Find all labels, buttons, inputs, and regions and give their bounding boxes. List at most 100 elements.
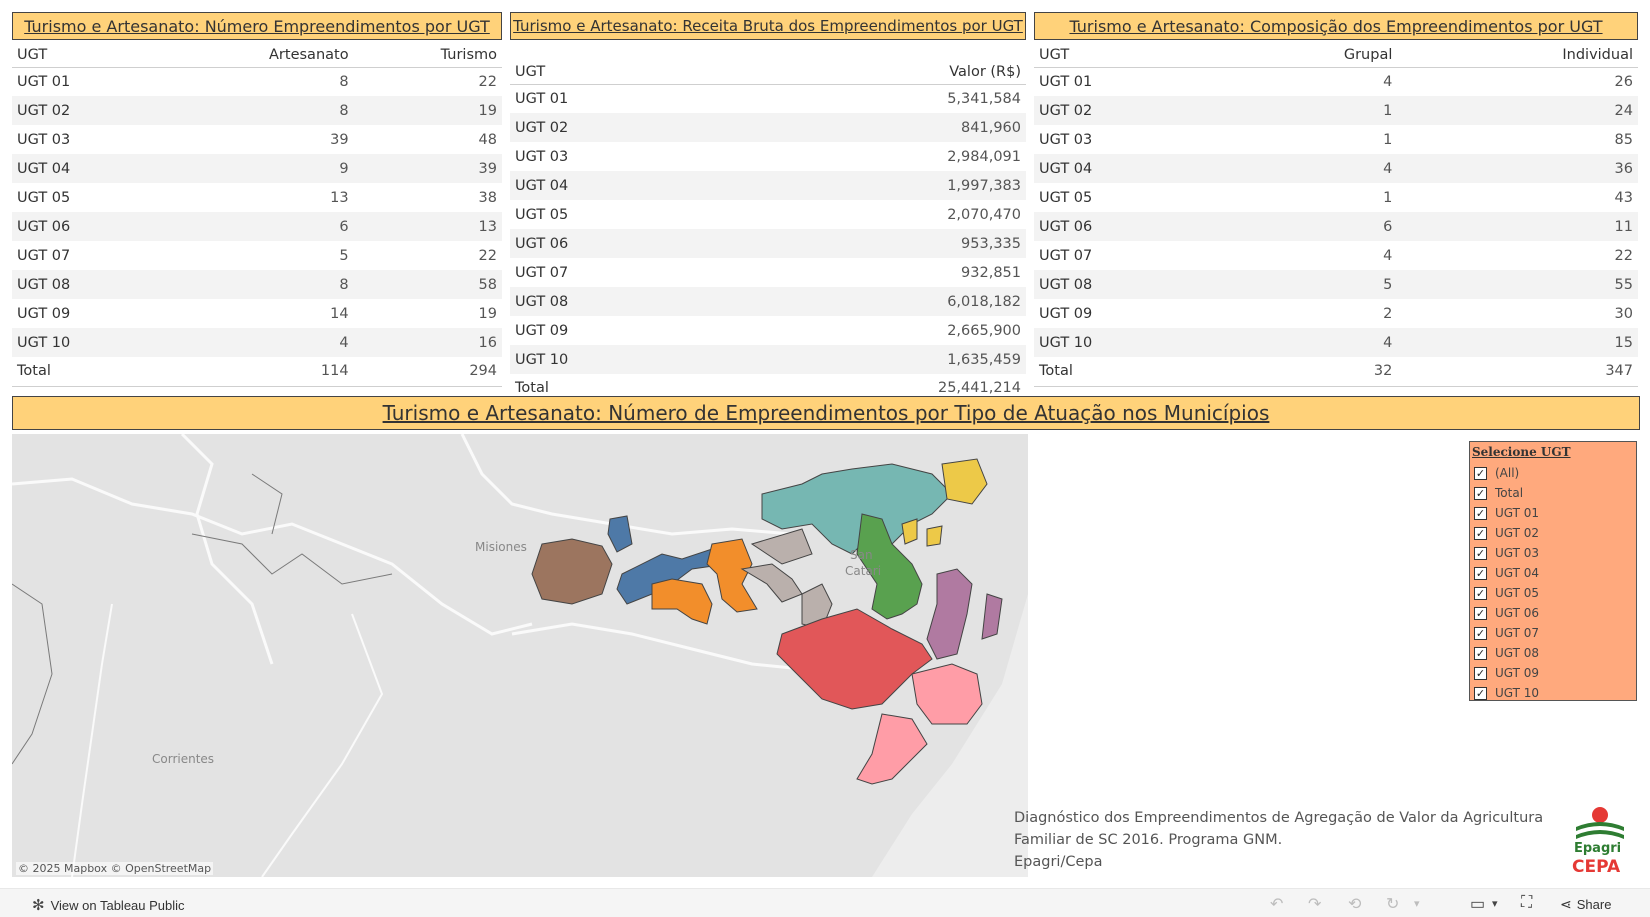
- checkbox-checked-icon[interactable]: ✓: [1474, 506, 1487, 520]
- checkbox-checked-icon[interactable]: ✓: [1474, 486, 1487, 500]
- table-row[interactable]: UGT 08 8 58: [12, 270, 502, 299]
- table-row[interactable]: UGT 04 9 39: [12, 154, 502, 183]
- table-row[interactable]: UGT 06 6 11: [1034, 212, 1638, 241]
- table-row[interactable]: UGT 07 5 22: [12, 241, 502, 270]
- row-label: UGT 02: [1034, 96, 1223, 125]
- table-row[interactable]: UGT 07 4 22: [1034, 241, 1638, 270]
- filter-option-label: UGT 07: [1495, 626, 1540, 640]
- filter-option[interactable]: ✓ (All): [1470, 463, 1636, 483]
- download-dropdown-icon[interactable]: ▾: [1492, 897, 1498, 910]
- table-row[interactable]: UGT 05 2,070,470: [510, 200, 1026, 229]
- table-row[interactable]: UGT 10 4 16: [12, 328, 502, 357]
- pause-dropdown-icon[interactable]: ▾: [1414, 897, 1420, 910]
- share-button[interactable]: ⋖ Share: [1560, 896, 1611, 913]
- total-value: 32: [1222, 357, 1398, 387]
- table-row[interactable]: UGT 03 39 48: [12, 125, 502, 154]
- table-row[interactable]: UGT 01 8 22: [12, 67, 502, 96]
- refresh-icon[interactable]: ↻: [1386, 894, 1399, 914]
- download-icon[interactable]: ▭: [1470, 894, 1485, 914]
- total-row[interactable]: Total 32 347: [1034, 357, 1638, 387]
- table-row[interactable]: UGT 06 6 13: [12, 212, 502, 241]
- checkbox-checked-icon[interactable]: ✓: [1474, 646, 1487, 660]
- checkbox-checked-icon[interactable]: ✓: [1474, 666, 1487, 680]
- table-row[interactable]: UGT 02 1 24: [1034, 96, 1638, 125]
- row-label: UGT 07: [515, 264, 569, 281]
- filter-option-label: UGT 10: [1495, 686, 1540, 700]
- table-row[interactable]: UGT 05 1 43: [1034, 183, 1638, 212]
- filter-option[interactable]: ✓ UGT 03: [1470, 543, 1636, 563]
- checkbox-checked-icon[interactable]: ✓: [1474, 546, 1487, 560]
- filter-option[interactable]: ✓ UGT 02: [1470, 523, 1636, 543]
- filter-option[interactable]: ✓ UGT 09: [1470, 663, 1636, 683]
- filter-option-label: (All): [1495, 466, 1520, 480]
- filter-option[interactable]: ✓ Total: [1470, 483, 1636, 503]
- map-label-santa-catarina-2: Catari: [845, 564, 882, 578]
- table-row[interactable]: UGT 02 841,960: [510, 113, 1026, 142]
- column-header[interactable]: Individual: [1397, 43, 1638, 68]
- total-row[interactable]: Total 114 294: [12, 357, 502, 387]
- column-header[interactable]: Turismo: [353, 43, 502, 68]
- undo-icon[interactable]: ↶: [1270, 894, 1283, 914]
- filter-option[interactable]: ✓ UGT 06: [1470, 603, 1636, 623]
- column-header[interactable]: UGT: [510, 60, 719, 85]
- table-row[interactable]: UGT 06 953,335: [510, 229, 1026, 258]
- table-row[interactable]: UGT 09 14 19: [12, 299, 502, 328]
- column-header[interactable]: Artesanato: [153, 43, 354, 68]
- filter-option[interactable]: ✓ UGT 07: [1470, 623, 1636, 643]
- total-value: 114: [153, 357, 354, 387]
- table-row[interactable]: UGT 04 4 36: [1034, 154, 1638, 183]
- filter-option-label: UGT 02: [1495, 526, 1540, 540]
- share-label: Share: [1576, 897, 1612, 912]
- cell-value: 2,984,091: [947, 148, 1021, 165]
- cell-value: 4: [1383, 73, 1393, 90]
- view-on-tableau-link[interactable]: ✻ View on Tableau Public: [32, 896, 185, 914]
- table-row[interactable]: UGT 10 1,635,459: [510, 345, 1026, 374]
- table-row[interactable]: UGT 08 6,018,182: [510, 287, 1026, 316]
- checkbox-checked-icon[interactable]: ✓: [1474, 566, 1487, 580]
- column-header[interactable]: Grupal: [1222, 43, 1398, 68]
- table-row[interactable]: UGT 02 8 19: [12, 96, 502, 125]
- table-row[interactable]: UGT 01 5,341,584: [510, 84, 1026, 113]
- filter-list: ✓ (All) ✓ Total ✓ UGT 01 ✓ UGT 02 ✓ UGT 03 ✓ UGT 04…: [1470, 463, 1636, 700]
- table-row[interactable]: UGT 09 2,665,900: [510, 316, 1026, 345]
- table-row[interactable]: UGT 05 13 38: [12, 183, 502, 212]
- filter-option[interactable]: ✓ UGT 05: [1470, 583, 1636, 603]
- checkbox-checked-icon[interactable]: ✓: [1474, 606, 1487, 620]
- filter-option[interactable]: ✓ UGT 01: [1470, 503, 1636, 523]
- checkbox-checked-icon[interactable]: ✓: [1474, 626, 1487, 640]
- fullscreen-icon[interactable]: ⛶: [1521, 894, 1532, 912]
- filter-option[interactable]: ✓ UGT 10: [1470, 683, 1636, 700]
- row-label: UGT 08: [1034, 270, 1223, 299]
- map-attribution[interactable]: © 2025 Mapbox © OpenStreetMap: [16, 862, 214, 875]
- filter-title: Selecione UGT: [1472, 445, 1571, 459]
- map-svg[interactable]: [12, 434, 1028, 877]
- map-area[interactable]: Misiones Corrientes San Catari © 2025 Ma…: [12, 434, 1028, 877]
- panel-receita-title: Turismo e Artesanato: Receita Bruta dos …: [510, 12, 1026, 40]
- column-header[interactable]: UGT: [12, 43, 154, 68]
- total-value: 347: [1397, 357, 1638, 387]
- filter-option[interactable]: ✓ UGT 08: [1470, 643, 1636, 663]
- filter-option-label: UGT 04: [1495, 566, 1540, 580]
- ugt-filter[interactable]: Selecione UGT ✓ (All) ✓ Total ✓ UGT 01 ✓ UGT 02…: [1469, 441, 1637, 701]
- cell-value: 19: [478, 305, 497, 322]
- table-row[interactable]: UGT 04 1,997,383: [510, 171, 1026, 200]
- row-label: UGT 09: [17, 305, 71, 322]
- table-row[interactable]: UGT 08 5 55: [1034, 270, 1638, 299]
- table-row[interactable]: UGT 09 2 30: [1034, 299, 1638, 328]
- checkbox-checked-icon[interactable]: ✓: [1474, 466, 1487, 480]
- checkbox-checked-icon[interactable]: ✓: [1474, 586, 1487, 600]
- table-row[interactable]: UGT 07 932,851: [510, 258, 1026, 287]
- table-row[interactable]: UGT 10 4 15: [1034, 328, 1638, 357]
- cell-value: 8: [339, 73, 349, 90]
- checkbox-checked-icon[interactable]: ✓: [1474, 686, 1487, 700]
- redo-icon[interactable]: ↷: [1308, 894, 1321, 914]
- table-row[interactable]: UGT 01 4 26: [1034, 67, 1638, 96]
- region-ugt02[interactable]: [531, 538, 613, 605]
- column-header[interactable]: Valor (R$): [718, 60, 1026, 85]
- table-row[interactable]: UGT 03 2,984,091: [510, 142, 1026, 171]
- checkbox-checked-icon[interactable]: ✓: [1474, 526, 1487, 540]
- revert-icon[interactable]: ⟲: [1348, 894, 1361, 914]
- table-row[interactable]: UGT 03 1 85: [1034, 125, 1638, 154]
- filter-option[interactable]: ✓ UGT 04: [1470, 563, 1636, 583]
- column-header[interactable]: UGT: [1034, 43, 1223, 68]
